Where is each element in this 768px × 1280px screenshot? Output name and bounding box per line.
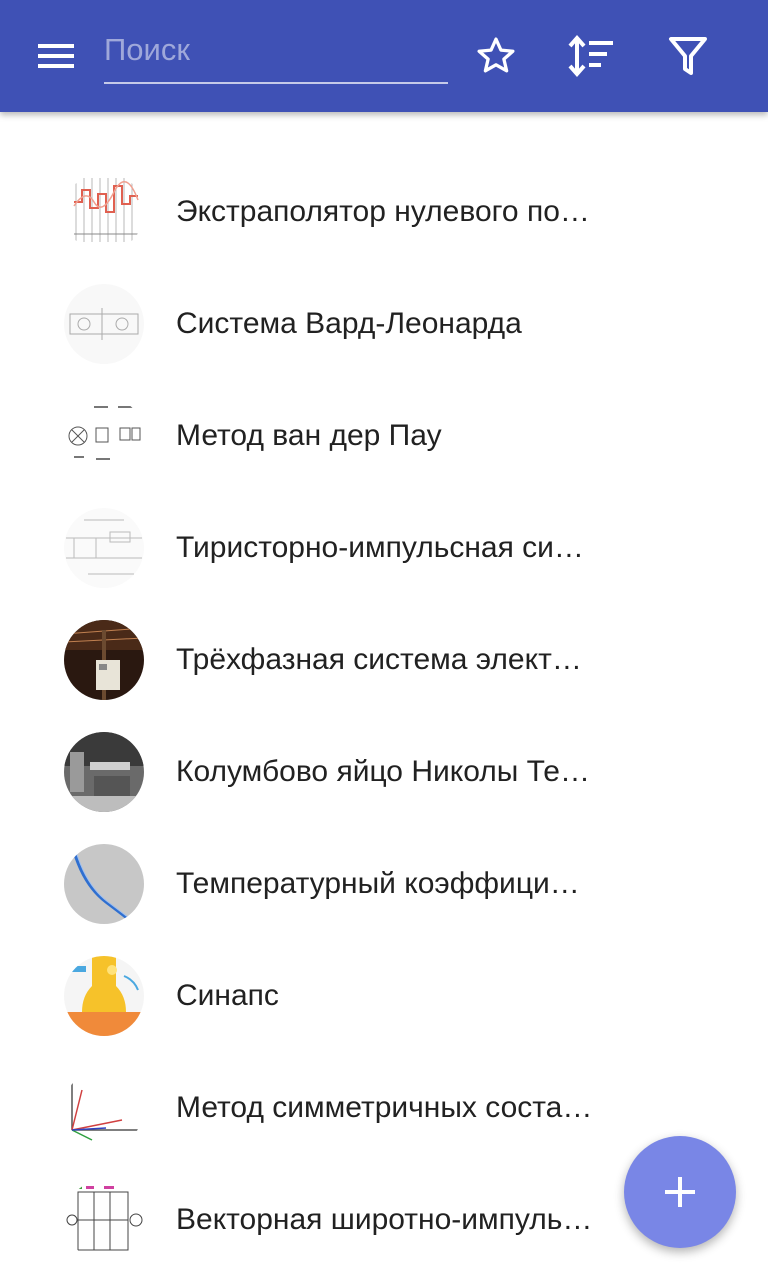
thumb-step-chart <box>64 172 144 252</box>
filter-icon <box>669 37 707 75</box>
thumb-vector-diagram <box>64 1068 144 1148</box>
list-item[interactable]: Температурный коэффициент <box>0 828 768 940</box>
search-field <box>104 22 448 84</box>
app-bar <box>0 0 768 112</box>
list-item-label: Тиристорно-импульсная система <box>176 531 596 564</box>
thumb-circuit-diagram <box>64 284 144 364</box>
list-item[interactable]: Метод ван дер Пау <box>0 380 768 492</box>
thumb-synapse-illustration <box>64 956 144 1036</box>
thumb-bw-photo <box>64 732 144 812</box>
filter-button[interactable] <box>660 28 716 84</box>
add-button[interactable] <box>624 1136 736 1248</box>
thumb-inverter-circuit <box>64 1180 144 1260</box>
list-item-label: Метод ван дер Пау <box>176 419 442 452</box>
sort-button[interactable] <box>563 28 619 84</box>
article-list: Экстраполятор нулевого порядка Система В… <box>0 156 768 1276</box>
star-outline-icon <box>477 37 515 73</box>
list-item-label: Температурный коэффициент <box>176 867 596 900</box>
list-item-label: Экстраполятор нулевого порядка <box>176 195 596 228</box>
list-item[interactable]: Тиристорно-импульсная система <box>0 492 768 604</box>
thumb-schematic <box>64 508 144 588</box>
favorites-button[interactable] <box>468 28 524 84</box>
thumb-wire-photo <box>64 844 144 924</box>
list-item[interactable]: Синапс <box>0 940 768 1052</box>
thumb-power-pole-photo <box>64 620 144 700</box>
menu-icon <box>38 44 74 68</box>
list-item-label: Синапс <box>176 979 279 1012</box>
list-item[interactable]: Система Вард-Леонарда <box>0 268 768 380</box>
plus-icon <box>665 1177 695 1207</box>
list-item[interactable]: Экстраполятор нулевого порядка <box>0 156 768 268</box>
search-input[interactable] <box>104 22 448 78</box>
menu-button[interactable] <box>22 28 90 84</box>
list-item-label: Трёхфазная система электроснабжения <box>176 643 596 676</box>
list-item[interactable]: Трёхфазная система электроснабжения <box>0 604 768 716</box>
list-item-label: Колумбово яйцо Николы Теслы <box>176 755 596 788</box>
list-item-label: Метод симметричных составляющих <box>176 1091 596 1124</box>
list-item[interactable]: Колумбово яйцо Николы Теслы <box>0 716 768 828</box>
list-item-label: Векторная широтно-импульсная модуляция <box>176 1203 596 1236</box>
sort-icon <box>568 34 613 78</box>
thumb-sample-geometries <box>64 396 144 476</box>
list-item-label: Система Вард-Леонарда <box>176 307 522 340</box>
